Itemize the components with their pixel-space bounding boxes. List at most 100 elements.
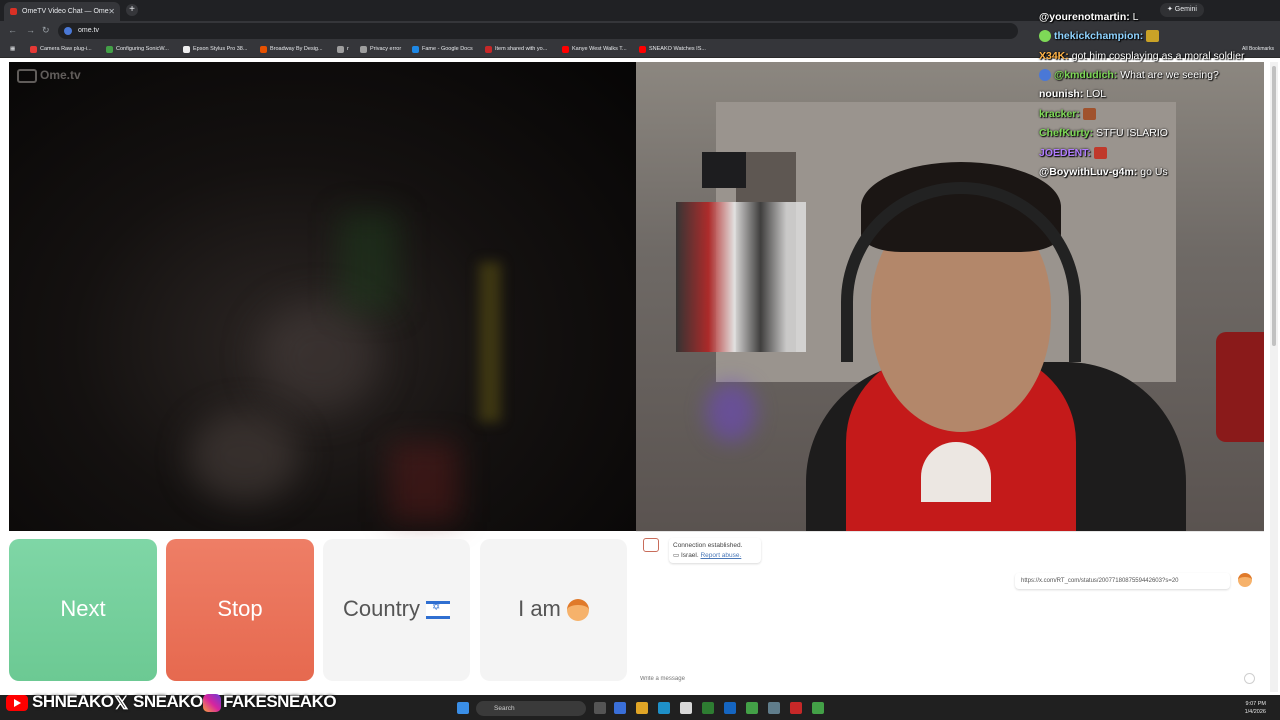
bookmark-favicon-icon bbox=[639, 46, 646, 53]
bookmark-item[interactable]: Fame - Google Docs bbox=[412, 44, 473, 54]
clock-date: 1/4/2026 bbox=[1244, 709, 1266, 715]
bookmark-favicon-icon bbox=[485, 46, 492, 53]
x-logo-icon: 𝕏 bbox=[114, 693, 129, 713]
ometv-logo-icon bbox=[17, 68, 37, 83]
i-am-button[interactable]: I am bbox=[480, 539, 627, 681]
search-label: Search bbox=[494, 705, 515, 712]
connection-status: Connection established. bbox=[673, 542, 743, 549]
report-abuse-link[interactable]: Report abuse. bbox=[700, 552, 741, 559]
chat-user: @BoywithLuv-g4m: bbox=[1039, 166, 1138, 178]
bookmark-item[interactable]: r bbox=[337, 44, 349, 54]
bookmark-favicon-icon bbox=[260, 46, 267, 53]
banner-youtube-handle: SHNEAKO bbox=[32, 692, 114, 711]
bookmark-item[interactable]: Item shared with yo... bbox=[485, 44, 547, 54]
chat-line: ChefKurty: STFU ISLARIO bbox=[1039, 126, 1168, 140]
tv-screen bbox=[702, 152, 746, 188]
site-info-icon[interactable] bbox=[64, 27, 72, 35]
new-tab-button[interactable]: + bbox=[126, 4, 138, 16]
bookmark-favicon-icon bbox=[562, 46, 569, 53]
chat-user: kracker: bbox=[1039, 108, 1080, 120]
bookmark-item[interactable]: Configuring SonicW... bbox=[106, 44, 169, 54]
app-icon[interactable] bbox=[702, 702, 714, 714]
chrome-icon[interactable] bbox=[790, 702, 802, 714]
screen: OmeTV Video Chat — Ome ✕ + ← → ↻ ome.tv … bbox=[0, 0, 1280, 720]
back-icon[interactable]: ← bbox=[8, 25, 17, 35]
bookmark-item[interactable]: Privacy error bbox=[360, 44, 401, 54]
chat-user: ChefKurty: bbox=[1039, 127, 1094, 139]
chat-line: nounish: LOL bbox=[1039, 87, 1106, 101]
bookmark-item[interactable]: Camera Raw plug-i... bbox=[30, 44, 92, 54]
bookmark-label: Privacy error bbox=[370, 46, 402, 52]
country-button[interactable]: Country bbox=[323, 539, 470, 681]
taskbar-search[interactable]: Search bbox=[476, 701, 586, 716]
chat-line: X34K: got him cosplaying as a moral sold… bbox=[1039, 49, 1244, 63]
chat-text: go Us bbox=[1140, 166, 1168, 178]
chat-line: @yourenotmartin: L bbox=[1039, 10, 1139, 24]
ometv-logo: Ome.tv bbox=[17, 68, 81, 83]
store-icon[interactable] bbox=[680, 702, 692, 714]
reload-icon[interactable]: ↻ bbox=[42, 25, 50, 36]
chat-line: JOEDENT: bbox=[1039, 146, 1107, 160]
app-icon[interactable] bbox=[724, 702, 736, 714]
banner-x-handle: SNEAKO bbox=[133, 692, 203, 711]
file-explorer-icon[interactable] bbox=[636, 702, 648, 714]
chat-user: @kmdudich: bbox=[1054, 69, 1118, 81]
bookmark-item[interactable]: Kanye West Walks T... bbox=[562, 44, 627, 54]
chat-text: got him cosplaying as a moral soldier bbox=[1071, 50, 1245, 62]
start-icon[interactable] bbox=[457, 702, 469, 714]
chat-text: What are we seeing? bbox=[1120, 69, 1219, 81]
my-chat-message: https://x.com/RT_com/status/200771808755… bbox=[1015, 573, 1230, 589]
video-shape bbox=[339, 212, 399, 312]
bookmark-label: Item shared with yo... bbox=[495, 46, 548, 52]
app-icon[interactable] bbox=[768, 702, 780, 714]
close-tab-icon[interactable]: ✕ bbox=[108, 2, 115, 21]
task-view-icon[interactable] bbox=[594, 702, 606, 714]
purple-light bbox=[706, 382, 756, 442]
app-icon[interactable] bbox=[812, 702, 824, 714]
clothing-rack bbox=[676, 202, 806, 352]
stream-chat-overlay: @yourenotmartin: L thekickchampion: X34K… bbox=[1036, 0, 1280, 185]
video-shape bbox=[389, 442, 459, 522]
system-clock[interactable]: 9:07 PM 1/4/2026 bbox=[1245, 700, 1266, 716]
gender-avatar-icon bbox=[566, 599, 589, 622]
youtube-icon bbox=[6, 695, 28, 711]
chat-text: STFU ISLARIO bbox=[1096, 127, 1168, 139]
israel-flag-icon bbox=[426, 601, 451, 620]
bookmark-item[interactable]: Broadway By Desig... bbox=[260, 44, 323, 54]
stop-button[interactable]: Stop bbox=[166, 539, 314, 681]
video-shape bbox=[189, 412, 299, 502]
red-chair bbox=[1216, 332, 1264, 442]
bookmark-favicon-icon bbox=[106, 46, 113, 53]
chat-badge-icon bbox=[1039, 69, 1051, 82]
bookmark-favicon-icon bbox=[337, 46, 344, 53]
url-field[interactable]: ome.tv bbox=[58, 23, 1018, 39]
bookmark-label: Configuring SonicW... bbox=[116, 46, 169, 52]
chat-emote-icon bbox=[1093, 147, 1107, 160]
chat-line: @BoywithLuv-g4m: go Us bbox=[1039, 165, 1168, 179]
system-message: Connection established. ▭ Israel. Report… bbox=[669, 538, 761, 563]
tab-ometv[interactable]: OmeTV Video Chat — Ome ✕ bbox=[4, 2, 120, 21]
chat-emote-icon bbox=[1146, 30, 1160, 43]
my-avatar-icon bbox=[1238, 573, 1252, 587]
message-input[interactable] bbox=[640, 672, 1240, 686]
edge-icon[interactable] bbox=[658, 702, 670, 714]
country-label: Country bbox=[342, 596, 421, 621]
ometv-favicon-icon bbox=[10, 8, 17, 15]
next-button[interactable]: Next bbox=[9, 539, 157, 681]
bookmark-label: SNEAKO Watches IS... bbox=[649, 46, 706, 52]
app-icon[interactable] bbox=[746, 702, 758, 714]
bookmark-favicon-icon bbox=[183, 46, 190, 53]
emoji-icon[interactable] bbox=[1244, 673, 1255, 684]
bookmark-item[interactable]: SNEAKO Watches IS... bbox=[639, 44, 706, 54]
chat-user: JOEDENT: bbox=[1039, 147, 1091, 159]
forward-icon[interactable]: → bbox=[26, 25, 35, 35]
apps-icon[interactable]: ▦ bbox=[10, 44, 15, 54]
chat-line: @kmdudich: What are we seeing? bbox=[1039, 68, 1219, 82]
bookmark-label: Broadway By Desig... bbox=[270, 46, 323, 52]
clock-time: 9:07 PM bbox=[1245, 701, 1266, 707]
app-icon[interactable] bbox=[614, 702, 626, 714]
video-shape bbox=[479, 262, 501, 422]
chat-user: nounish: bbox=[1039, 88, 1084, 100]
chat-emote-icon bbox=[1082, 108, 1096, 121]
bookmark-item[interactable]: Epson Stylus Pro 38... bbox=[183, 44, 247, 54]
